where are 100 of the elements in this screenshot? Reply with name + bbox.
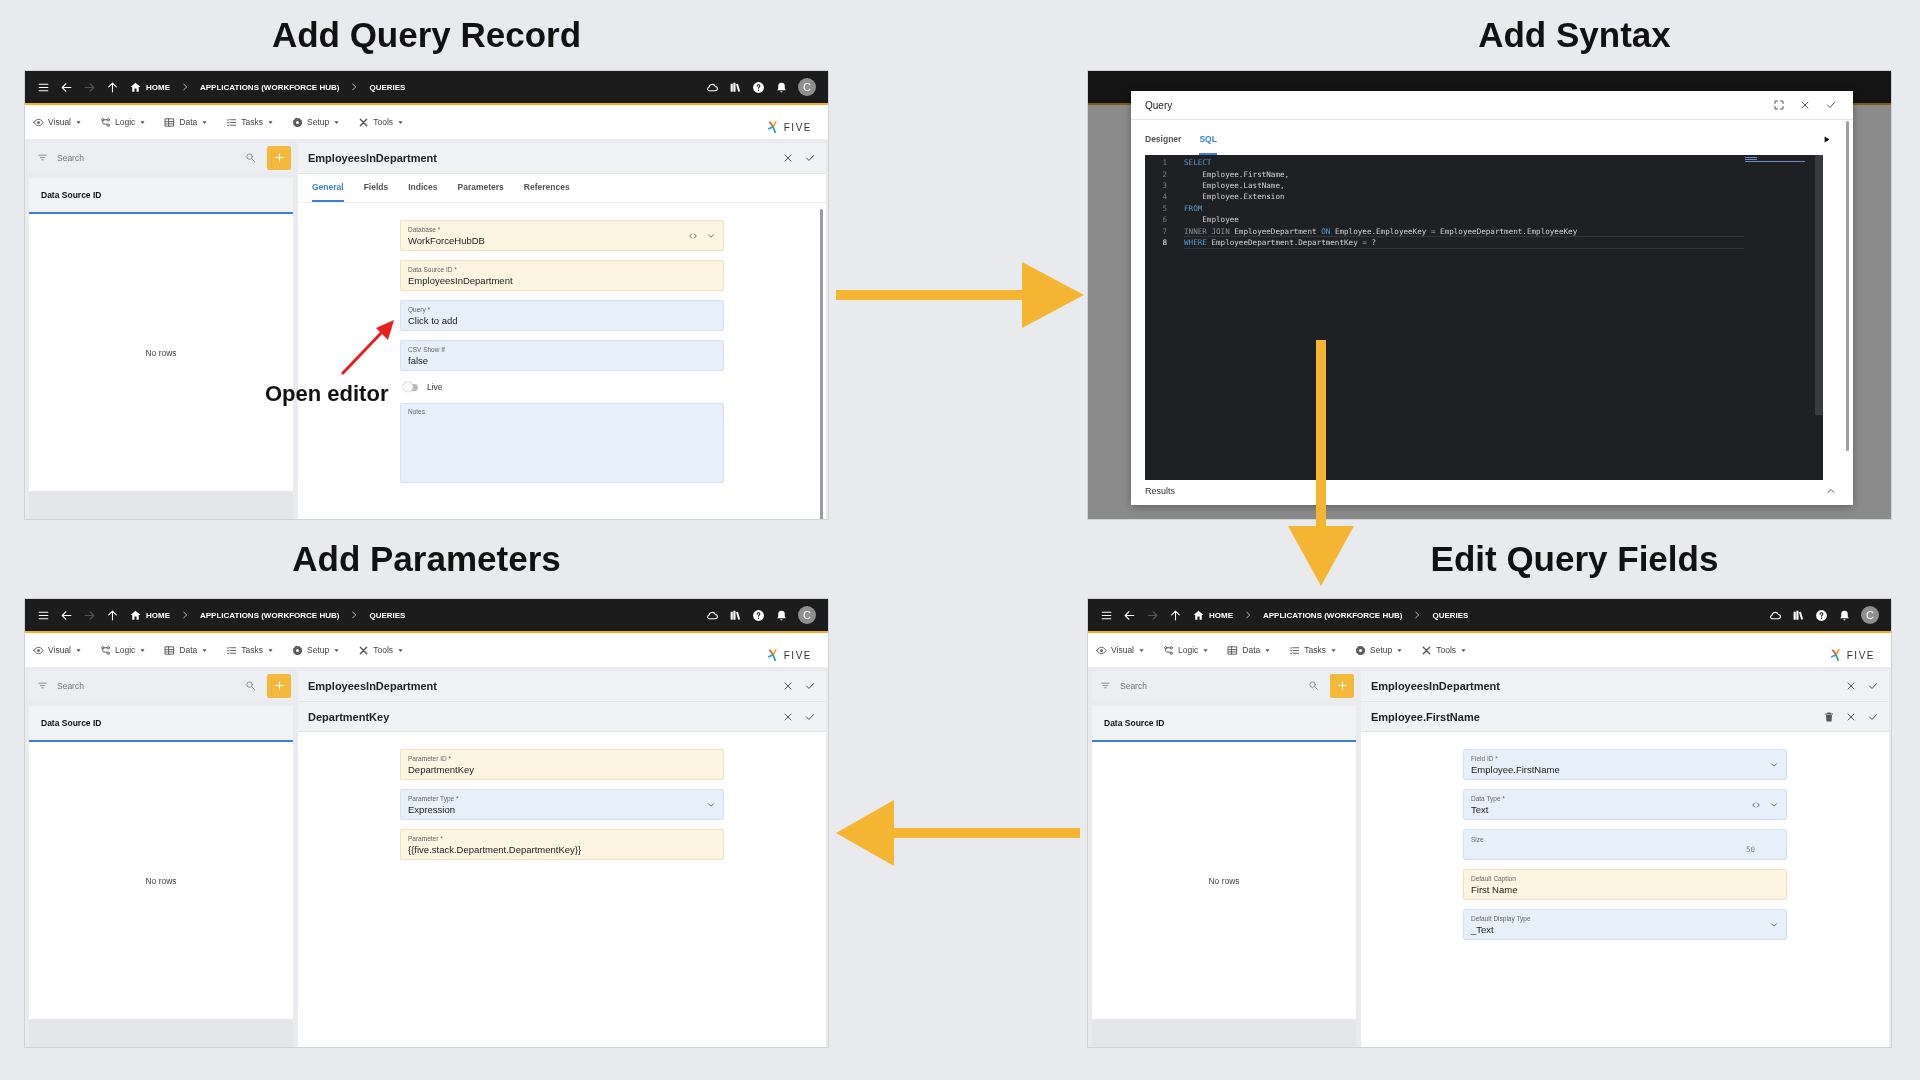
gear-icon: [1355, 644, 1367, 656]
menu-button[interactable]: Tasks: [226, 116, 275, 128]
check-icon[interactable]: [804, 152, 816, 164]
field-value: Employee.FirstName: [1471, 763, 1561, 775]
logo-text: FIVE: [1846, 649, 1875, 661]
bell-icon[interactable]: [1838, 608, 1851, 622]
breadcrumb-link[interactable]: HOME: [1209, 610, 1233, 620]
caret-icon: [1330, 646, 1338, 654]
check-icon[interactable]: [804, 680, 816, 692]
up-arrow-icon[interactable]: [1169, 608, 1182, 622]
scrollbar[interactable]: [820, 209, 823, 519]
fullscreen-icon[interactable]: [1773, 99, 1785, 111]
step-title: Edit Query Fields: [1429, 538, 1720, 580]
menu-button[interactable]: Setup: [292, 644, 341, 656]
breadcrumb-link[interactable]: APPLICATIONS (WORKFORCE HUB): [1263, 610, 1403, 620]
filter-icon[interactable]: [37, 152, 48, 163]
step-title: Add Parameters: [291, 538, 562, 580]
chevron-right-icon: [1243, 610, 1253, 620]
caret-icon: [397, 118, 405, 126]
search-icon: [245, 680, 256, 691]
breadcrumb-link[interactable]: QUERIES: [369, 82, 406, 92]
logo-text: FIVE: [783, 649, 812, 661]
menu-button[interactable]: Data: [164, 644, 209, 656]
close-icon[interactable]: [782, 152, 794, 164]
menu-button[interactable]: Setup: [292, 116, 341, 128]
menu-button[interactable]: Visual: [1096, 644, 1145, 656]
menu-button[interactable]: Setup: [1355, 644, 1404, 656]
scrollbar[interactable]: [1846, 121, 1849, 451]
caret-icon: [333, 118, 341, 126]
back-arrow-icon[interactable]: [60, 80, 73, 94]
breadcrumb-link[interactable]: QUERIES: [1432, 610, 1469, 620]
tab[interactable]: Indices: [408, 174, 438, 202]
help-icon[interactable]: [752, 80, 765, 94]
tab[interactable]: Designer: [1145, 124, 1182, 155]
trash-icon[interactable]: [1823, 710, 1835, 723]
menu-button[interactable]: Tools: [358, 644, 405, 656]
tab[interactable]: Fields: [363, 174, 389, 202]
breadcrumb-link[interactable]: APPLICATIONS (WORKFORCE HUB): [200, 82, 340, 92]
menu-button[interactable]: Tools: [1421, 644, 1468, 656]
check-icon[interactable]: [1825, 99, 1837, 111]
close-icon[interactable]: [782, 680, 794, 692]
bell-icon[interactable]: [775, 80, 788, 94]
scrollbar[interactable]: [1815, 155, 1823, 415]
list-icon: [226, 644, 238, 656]
filter-icon[interactable]: [37, 680, 48, 691]
search-icon: [1308, 680, 1319, 691]
eye-icon: [1096, 644, 1107, 656]
record-title: EmployeesInDepartment: [1371, 680, 1500, 692]
tab[interactable]: General: [312, 174, 344, 202]
close-icon[interactable]: [1799, 99, 1811, 111]
tab[interactable]: Parameters: [457, 174, 504, 202]
field-value: DepartmentKey: [408, 763, 475, 775]
toggle-switch[interactable]: [406, 383, 418, 391]
menu-button[interactable]: Data: [1227, 644, 1272, 656]
menu-button[interactable]: Logic: [100, 116, 147, 128]
back-arrow-icon[interactable]: [60, 608, 73, 622]
home-icon[interactable]: [1192, 608, 1205, 622]
breadcrumb-link[interactable]: QUERIES: [369, 610, 406, 620]
empty-message: No rows: [145, 347, 177, 358]
caret-icon: [75, 118, 82, 126]
help-icon[interactable]: [1815, 608, 1828, 622]
field-value: {{five.stack.Department.DepartmentKey}}: [408, 843, 583, 855]
empty-message: No rows: [145, 875, 177, 886]
help-icon[interactable]: [752, 608, 765, 622]
menu-button[interactable]: Logic: [100, 644, 147, 656]
check-icon[interactable]: [1867, 680, 1879, 692]
menu-button[interactable]: Logic: [1163, 644, 1210, 656]
books-icon[interactable]: [1792, 608, 1805, 622]
search-field[interactable]: Search: [55, 679, 238, 692]
menu-button[interactable]: Visual: [33, 116, 82, 128]
eye-icon: [33, 116, 44, 128]
up-arrow-icon[interactable]: [106, 608, 119, 622]
tab[interactable]: References: [523, 174, 570, 202]
nodes-icon: [1163, 644, 1174, 656]
home-icon[interactable]: [129, 608, 142, 622]
plus-icon: [1335, 679, 1349, 692]
filter-icon[interactable]: [1100, 680, 1111, 691]
chevron-right-icon: [180, 610, 190, 620]
books-icon[interactable]: [729, 608, 742, 622]
books-icon[interactable]: [729, 80, 742, 94]
menu-button[interactable]: Tasks: [226, 644, 275, 656]
menu-button[interactable]: Tasks: [1289, 644, 1338, 656]
list-icon: [226, 116, 238, 128]
breadcrumb-link[interactable]: HOME: [146, 82, 170, 92]
bell-icon[interactable]: [775, 608, 788, 622]
dialog-title: Query: [1145, 99, 1173, 111]
search-field[interactable]: Search: [1118, 679, 1301, 692]
tools-icon: [358, 644, 370, 656]
close-icon[interactable]: [1845, 680, 1857, 692]
search-field[interactable]: Search: [55, 151, 238, 164]
play-icon[interactable]: [1822, 135, 1831, 144]
breadcrumb-link[interactable]: APPLICATIONS (WORKFORCE HUB): [200, 610, 340, 620]
menu-button[interactable]: Data: [164, 116, 209, 128]
home-icon[interactable]: [129, 80, 142, 94]
caret-icon: [1202, 646, 1210, 654]
menu-button[interactable]: Visual: [33, 644, 82, 656]
back-arrow-icon[interactable]: [1123, 608, 1136, 622]
menu-button[interactable]: Tools: [358, 116, 405, 128]
up-arrow-icon[interactable]: [106, 80, 119, 94]
breadcrumb-link[interactable]: HOME: [146, 610, 170, 620]
